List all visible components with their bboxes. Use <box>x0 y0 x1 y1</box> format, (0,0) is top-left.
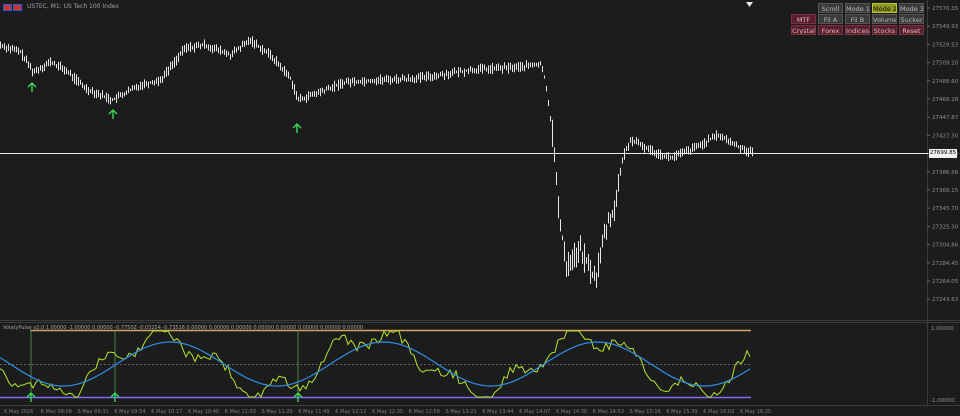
time-axis-label: 6 May 12:58 <box>409 409 440 415</box>
price-axis-label: 27570.35 <box>932 6 959 12</box>
time-axis-label: 6 May 2026 <box>4 409 33 415</box>
fast-oscillator-line <box>0 329 751 399</box>
time-axis-label: 6 May 11:03 <box>225 409 256 415</box>
time-axis-label: 6 May 14:30 <box>556 409 587 415</box>
time-axis-label: 6 May 13:21 <box>446 409 477 415</box>
price-axis-label: 27264.05 <box>932 279 959 285</box>
current-price-tag: 27699.85 <box>929 149 957 158</box>
panel-button-mode-3[interactable]: Mode 3 <box>899 3 924 13</box>
panel-button-stocks[interactable]: Stocks <box>872 25 897 35</box>
candles <box>0 36 753 288</box>
panel-button-sucker[interactable]: Sucker <box>899 14 924 24</box>
panel-button-mode-2[interactable]: Mode 2 <box>872 3 897 13</box>
buy-arrow-icon <box>292 123 302 133</box>
time-axis-label: 6 May 15:16 <box>630 409 661 415</box>
panel-button-indices[interactable]: Indices <box>845 25 870 35</box>
buy-arrow-icon <box>27 82 37 92</box>
indicator-axis-bottom: -1.00000 <box>930 398 955 404</box>
price-axis-label: 27345.70 <box>932 206 959 212</box>
buy-arrow-icon <box>108 109 118 119</box>
current-price-value: 27699.85 <box>929 150 957 156</box>
time-axis-label: 6 May 09:31 <box>78 409 109 415</box>
price-axis-label: 27509.10 <box>932 61 959 67</box>
slow-oscillator-line <box>0 341 751 387</box>
price-axis-label: 27488.60 <box>932 79 959 85</box>
panel-button-scroll[interactable]: Scroll <box>818 3 843 13</box>
price-axis-label: 27304.86 <box>932 243 959 249</box>
price-chart[interactable]: 27570.35 27549.93 27529.53 27509.10 27488.60… <box>0 0 960 416</box>
price-axis-label: 27549.93 <box>932 24 959 30</box>
price-axis-label: 27243.63 <box>932 297 959 303</box>
time-axis-label: 6 May 09:08 <box>41 409 72 415</box>
time-axis-label: 6 May 10:17 <box>151 409 182 415</box>
time-axis-label: 6 May 09:54 <box>114 409 145 415</box>
chart-window: USTEC, M1: US Tech 100 Index 27570.35 275… <box>0 0 960 416</box>
time-axis-label: 6 May 16:02 <box>703 409 734 415</box>
time-axis-label: 6 May 15:39 <box>666 409 697 415</box>
time-axis-label: 6 May 12:35 <box>372 409 403 415</box>
price-axis-label: 27284.45 <box>932 261 959 267</box>
price-axis-label: 27447.87 <box>932 115 959 121</box>
price-axis-label: 27386.56 <box>932 170 959 176</box>
panel-button-fil-a[interactable]: Fil A <box>818 14 843 24</box>
price-axis-label: 27427.30 <box>932 133 959 139</box>
panel-button-volume[interactable]: Volume <box>872 14 897 24</box>
time-axis-label: 6 May 13:44 <box>482 409 513 415</box>
price-axis-label: 27325.30 <box>932 224 959 230</box>
indicator-header: VolatyPulse v2.0 1.00000 -1.00000 0.0000… <box>3 325 364 331</box>
indicator-axis-top: 1.00000 <box>931 326 954 332</box>
price-axis-label: 27468.28 <box>932 97 959 103</box>
panel-button-mtf[interactable]: MTF <box>791 14 816 24</box>
panel-button-forex[interactable]: Forex <box>818 25 843 35</box>
panel-button-fil-b[interactable]: Fil B <box>845 14 870 24</box>
time-axis-label: 6 May 10:40 <box>188 409 219 415</box>
price-axis-label: 27366.15 <box>932 188 959 194</box>
time-axis-label: 6 May 11:26 <box>262 409 293 415</box>
price-axis-label: 27529.53 <box>932 42 959 48</box>
time-axis-label: 6 May 11:49 <box>298 409 329 415</box>
time-axis-label: 6 May 14:53 <box>593 409 624 415</box>
time-axis-label: 6 May 12:12 <box>335 409 366 415</box>
time-axis-label: 6 May 16:25 <box>740 409 771 415</box>
panel-button-reset[interactable]: Reset <box>899 25 924 35</box>
time-axis-label: 6 May 14:07 <box>519 409 550 415</box>
panel-button-crystal[interactable]: Crystal <box>791 25 816 35</box>
panel-button-mode-1[interactable]: Mode 1 <box>845 3 870 13</box>
